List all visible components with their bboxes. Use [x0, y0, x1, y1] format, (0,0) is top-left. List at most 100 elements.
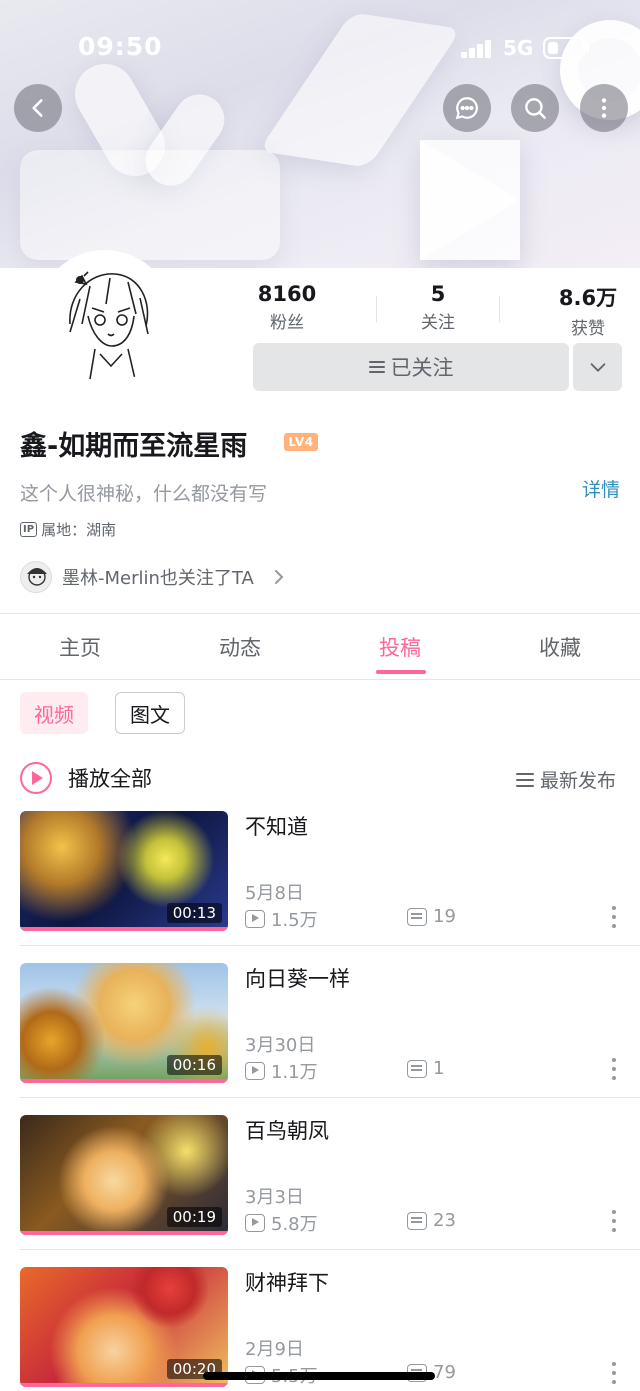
home-indicator[interactable] [203, 1372, 435, 1380]
tab-dynamic[interactable]: 动态 [160, 632, 320, 662]
video-item[interactable]: 00:16 向日葵一样 3月30日 1.1万 1 [0, 963, 640, 1115]
search-icon [525, 98, 546, 119]
video-danmaku: 1 [407, 1058, 444, 1079]
video-plays: 1.1万 [245, 1058, 318, 1084]
play-count: 5.8万 [271, 1214, 318, 1235]
stat-value: 8160 [257, 282, 317, 306]
sort-icon [516, 772, 534, 787]
video-thumbnail[interactable]: 00:16 [20, 963, 228, 1083]
follow-dropdown-button[interactable] [573, 343, 622, 391]
tab-home[interactable]: 主页 [0, 632, 160, 662]
back-button[interactable] [14, 84, 62, 132]
play-circle-icon [20, 762, 52, 794]
user-name: 鑫-如期而至流星雨 [20, 431, 248, 462]
video-date: 3月3日 [245, 1187, 304, 1208]
co-follow-row[interactable]: 墨林-Merlin也关注了TA [20, 560, 286, 594]
video-title: 百鸟朝凤 [245, 1119, 329, 1143]
danmaku-icon [407, 1059, 427, 1078]
video-date: 2月9日 [245, 1339, 304, 1360]
play-count: 1.1万 [271, 1062, 318, 1083]
video-thumbnail[interactable]: 00:20 [20, 1267, 228, 1387]
danmaku-icon [407, 1211, 427, 1230]
battery-icon [543, 37, 589, 59]
video-more-button[interactable] [610, 906, 618, 928]
play-count-icon [245, 1214, 265, 1232]
video-danmaku: 23 [407, 1210, 456, 1231]
danmaku-icon [407, 907, 427, 926]
stat-following[interactable]: 5 关注 [383, 282, 493, 333]
status-bar: 09:50 5G [0, 30, 640, 66]
avatar[interactable] [36, 250, 174, 388]
stat-likes[interactable]: 8.6万 获赞 [533, 282, 640, 339]
ip-location-text: 属地：湖南 [41, 521, 117, 539]
status-time: 09:50 [78, 32, 163, 61]
stat-label: 粉丝 [270, 313, 304, 333]
video-title: 向日葵一样 [245, 967, 350, 991]
video-progress-bar [20, 1383, 228, 1387]
followed-label: 已关注 [390, 356, 454, 380]
ip-badge: IP [20, 522, 38, 537]
danmaku-count: 1 [433, 1058, 445, 1079]
video-more-button[interactable] [610, 1362, 618, 1384]
search-button[interactable] [511, 84, 559, 132]
danmaku-count: 79 [433, 1362, 456, 1383]
user-signature: 这个人很神秘，什么都没有写 [20, 483, 268, 505]
ip-location: IP 属地：湖南 [20, 519, 116, 540]
video-date: 5月8日 [245, 883, 304, 904]
sort-label: 最新发布 [540, 770, 617, 792]
filter-video[interactable]: 视频 [20, 692, 88, 734]
divider [20, 1097, 640, 1098]
tab-favorites[interactable]: 收藏 [480, 632, 640, 662]
tab-indicator [376, 670, 426, 674]
message-button[interactable] [443, 84, 491, 132]
play-count-icon [245, 1062, 265, 1080]
avatar-illustration [40, 254, 170, 384]
tab-submissions[interactable]: 投稿 [320, 632, 480, 662]
detail-link[interactable]: 详情 [582, 475, 620, 502]
stat-value: 8.6万 [558, 286, 618, 310]
message-icon [455, 97, 478, 120]
play-count: 1.5万 [271, 910, 318, 931]
profile-stats: 8160 粉丝 5 关注 8.6万 获赞 [250, 282, 630, 339]
co-follow-avatar [20, 561, 52, 593]
menu-lines-icon [368, 361, 385, 373]
followed-button[interactable]: 已关注 [253, 343, 569, 391]
play-all-label: 播放全部 [68, 767, 152, 791]
video-progress-bar [20, 927, 228, 931]
video-more-button[interactable] [610, 1210, 618, 1232]
stat-label: 获赞 [571, 319, 605, 339]
chevron-right-icon [274, 570, 284, 584]
video-item[interactable]: 00:19 百鸟朝凤 3月3日 5.8万 23 [0, 1115, 640, 1267]
video-title: 财神拜下 [245, 1271, 329, 1295]
co-follow-text: 墨林-Merlin也关注了TA [62, 568, 254, 589]
video-thumbnail[interactable]: 00:13 [20, 811, 228, 931]
play-all-button[interactable]: 播放全部 [20, 760, 152, 796]
stat-divider [499, 296, 500, 322]
video-item[interactable]: 00:13 不知道 5月8日 1.5万 19 [0, 811, 640, 963]
video-more-button[interactable] [610, 1058, 618, 1080]
video-thumbnail[interactable]: 00:19 [20, 1115, 228, 1235]
stat-fans[interactable]: 8160 粉丝 [232, 282, 342, 333]
more-button[interactable] [580, 84, 628, 132]
signal-icon [461, 38, 493, 58]
network-type: 5G [503, 36, 534, 60]
stat-label: 关注 [421, 313, 455, 333]
danmaku-count: 19 [433, 906, 456, 927]
video-duration: 00:16 [166, 1055, 222, 1075]
chevron-down-icon [590, 363, 605, 372]
video-progress-bar [20, 1079, 228, 1083]
back-icon [32, 99, 43, 117]
filter-article[interactable]: 图文 [115, 692, 185, 734]
video-date: 3月30日 [245, 1035, 316, 1056]
video-danmaku: 19 [407, 906, 456, 927]
video-plays: 5.8万 [245, 1210, 318, 1236]
profile-tabs: 主页 动态 投稿 收藏 [0, 614, 640, 680]
sort-button[interactable]: 最新发布 [516, 766, 616, 793]
video-duration: 00:13 [166, 903, 222, 923]
video-progress-bar [20, 1231, 228, 1235]
more-vertical-icon [601, 98, 607, 118]
play-count-icon [245, 910, 265, 928]
video-plays: 1.5万 [245, 906, 318, 932]
stat-value: 5 [430, 282, 446, 306]
banner-shape [20, 150, 280, 260]
